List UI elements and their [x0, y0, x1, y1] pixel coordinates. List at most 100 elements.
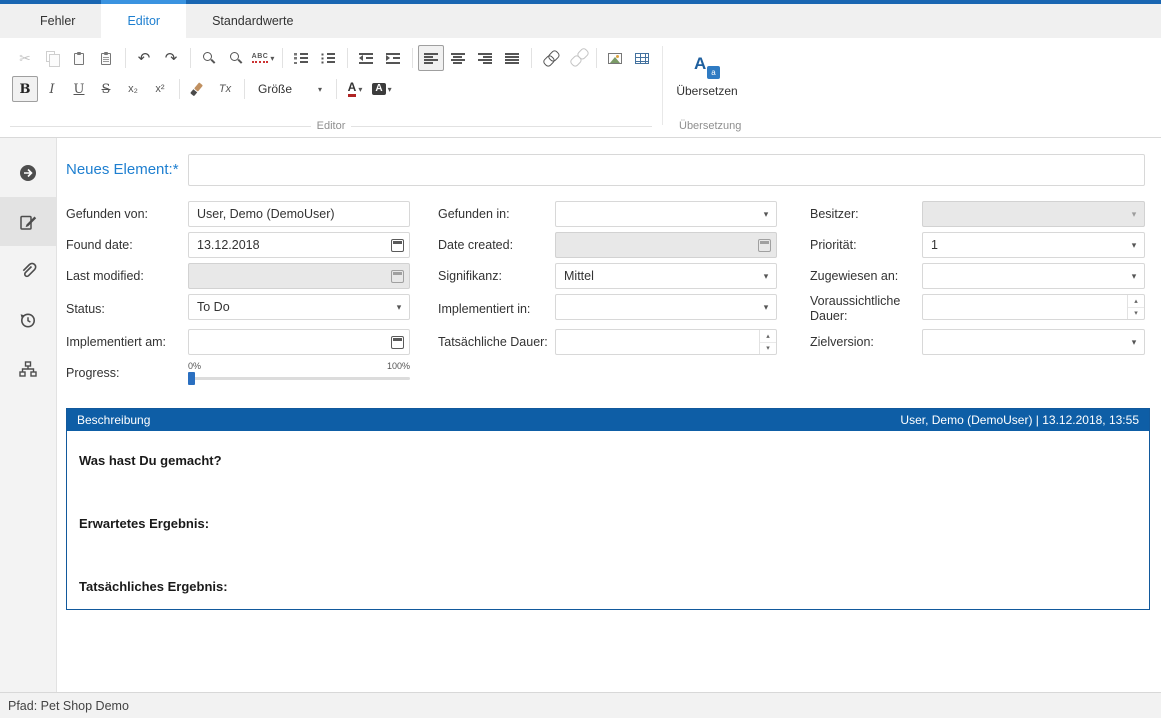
toolbar-separator [190, 48, 191, 68]
progress-slider[interactable]: 0% 100% [188, 360, 410, 386]
align-center-icon[interactable] [445, 45, 471, 71]
tab-label: Editor [127, 14, 160, 28]
link-icon [542, 50, 558, 66]
status-bar: Pfad: Pet Shop Demo [0, 692, 1161, 718]
redo-icon[interactable]: ↷ [158, 45, 184, 71]
description-editor[interactable]: Was hast Du gemacht? Erwartetes Ergebnis… [67, 431, 1149, 609]
font-size-dropdown[interactable]: Größe▾ [250, 76, 330, 102]
gefunden-von-input[interactable] [188, 201, 410, 227]
fill-color-icon: A [372, 83, 385, 95]
field-label-prioritaet: Priorität: [777, 232, 922, 258]
tab-fehler[interactable]: Fehler [14, 4, 101, 38]
field-label-gefunden-von: Gefunden von: [66, 201, 188, 227]
undo-icon[interactable]: ↶ [131, 45, 157, 71]
align-right-icon[interactable] [472, 45, 498, 71]
toolbar-separator [336, 79, 337, 99]
numbered-list-icon[interactable] [288, 45, 314, 71]
toolbar-separator [282, 48, 283, 68]
replace-icon [230, 52, 239, 61]
voraussichtliche-dauer-spinner[interactable]: ▴ ▾ [922, 294, 1145, 320]
paste-icon[interactable] [66, 45, 92, 71]
tatsaechliche-dauer-spinner[interactable]: ▴ ▾ [555, 329, 777, 355]
paste-icon [74, 53, 84, 65]
toolbar-separator [596, 48, 597, 68]
hierarchy-icon [18, 359, 38, 379]
italic-icon[interactable]: I [39, 76, 65, 102]
calendar-icon[interactable] [385, 336, 409, 349]
slider-track[interactable] [188, 377, 410, 380]
gefunden-in-select[interactable]: ▾ [555, 201, 777, 227]
link-icon[interactable] [537, 45, 563, 71]
ribbon-group-label: Editor [317, 120, 346, 132]
superscript-icon[interactable]: x² [147, 76, 173, 102]
toolbar-separator [244, 79, 245, 99]
signifikanz-select[interactable]: Mittel ▾ [555, 263, 777, 289]
cut-icon: ✂ [19, 51, 31, 65]
found-date-input[interactable]: 13.12.2018 [188, 232, 410, 258]
align-left-icon[interactable] [418, 45, 444, 71]
clear-format-icon: Tx [219, 84, 231, 95]
sidebar-edit-button[interactable] [0, 197, 56, 246]
tab-editor[interactable]: Editor [101, 4, 186, 38]
new-element-label: Neues Element:* [66, 161, 188, 180]
sidebar-hierarchy-button[interactable] [0, 344, 56, 393]
underline-icon[interactable]: U [66, 76, 92, 102]
indent-icon[interactable] [380, 45, 406, 71]
fill-color-icon[interactable]: A▾ [369, 76, 395, 102]
tab-label: Standardwerte [212, 14, 293, 28]
implementiert-in-select[interactable]: ▾ [555, 294, 777, 320]
spinner-up-icon[interactable]: ▴ [760, 330, 776, 343]
form-grid: Gefunden von: Gefunden in: ▾ Besitzer: ▾… [66, 201, 1145, 386]
paste-text-icon[interactable] [93, 45, 119, 71]
strikethrough-icon[interactable]: S [93, 76, 119, 102]
zoom-icon[interactable] [196, 45, 222, 71]
font-size-dropdown: Größe [258, 83, 292, 95]
zielversion-select[interactable]: ▾ [922, 329, 1145, 355]
image-icon[interactable] [602, 45, 628, 71]
format-painter-icon[interactable] [185, 76, 211, 102]
sidebar-history-button[interactable] [0, 295, 56, 344]
spellcheck-icon[interactable]: ABC▾ [250, 45, 276, 71]
sidebar-attachments-button[interactable] [0, 246, 56, 295]
field-label-gefunden-in: Gefunden in: [410, 201, 555, 227]
subscript-icon[interactable]: x₂ [120, 76, 146, 102]
date-created-input [555, 232, 777, 258]
outdent-icon[interactable] [353, 45, 379, 71]
tab-standardwerte[interactable]: Standardwerte [186, 4, 319, 38]
spinner-up-icon[interactable]: ▴ [1128, 295, 1144, 308]
italic-icon: I [49, 83, 54, 96]
replace-icon[interactable] [223, 45, 249, 71]
prioritaet-select[interactable]: 1 ▾ [922, 232, 1145, 258]
slider-handle[interactable] [188, 372, 195, 385]
description-meta: User, Demo (DemoUser) | 13.12.2018, 13:5… [900, 413, 1139, 427]
status-select[interactable]: To Do ▾ [188, 294, 410, 320]
table-icon[interactable] [629, 45, 655, 71]
translate-button[interactable]: A a Übersetzen [667, 49, 746, 104]
field-label-last-modified: Last modified: [66, 263, 188, 289]
format-painter-icon [194, 82, 203, 91]
clear-format-icon[interactable]: Tx [212, 76, 238, 102]
title-row: Neues Element:* [66, 154, 1145, 186]
attachments-icon [18, 261, 38, 281]
sidebar-forward-button[interactable] [0, 148, 56, 197]
toolbar-row-2: BIUSx₂x²TxGröße▾A▾A▾ [12, 76, 662, 102]
new-element-title-input[interactable] [188, 154, 1145, 186]
toolbar-separator [531, 48, 532, 68]
bold-icon[interactable]: B [12, 76, 38, 102]
justify-icon[interactable] [499, 45, 525, 71]
field-label-implementiert-am: Implementiert am: [66, 329, 188, 355]
font-color-icon[interactable]: A▾ [342, 76, 368, 102]
calendar-icon[interactable] [385, 239, 409, 252]
ribbon-group-footer: Editor [0, 120, 662, 132]
history-icon [18, 310, 38, 330]
dropdown-arrow-icon: ▾ [388, 85, 392, 94]
implementiert-am-input[interactable] [188, 329, 410, 355]
spinner-down-icon[interactable]: ▾ [760, 343, 776, 355]
spinner-down-icon[interactable]: ▾ [1128, 308, 1144, 320]
bullet-list-icon[interactable] [315, 45, 341, 71]
justify-icon [505, 53, 519, 64]
chevron-down-icon: ▾ [1124, 337, 1144, 348]
left-sidebar [0, 138, 57, 692]
zugewiesen-an-select[interactable]: ▾ [922, 263, 1145, 289]
superscript-icon: x² [155, 84, 164, 95]
